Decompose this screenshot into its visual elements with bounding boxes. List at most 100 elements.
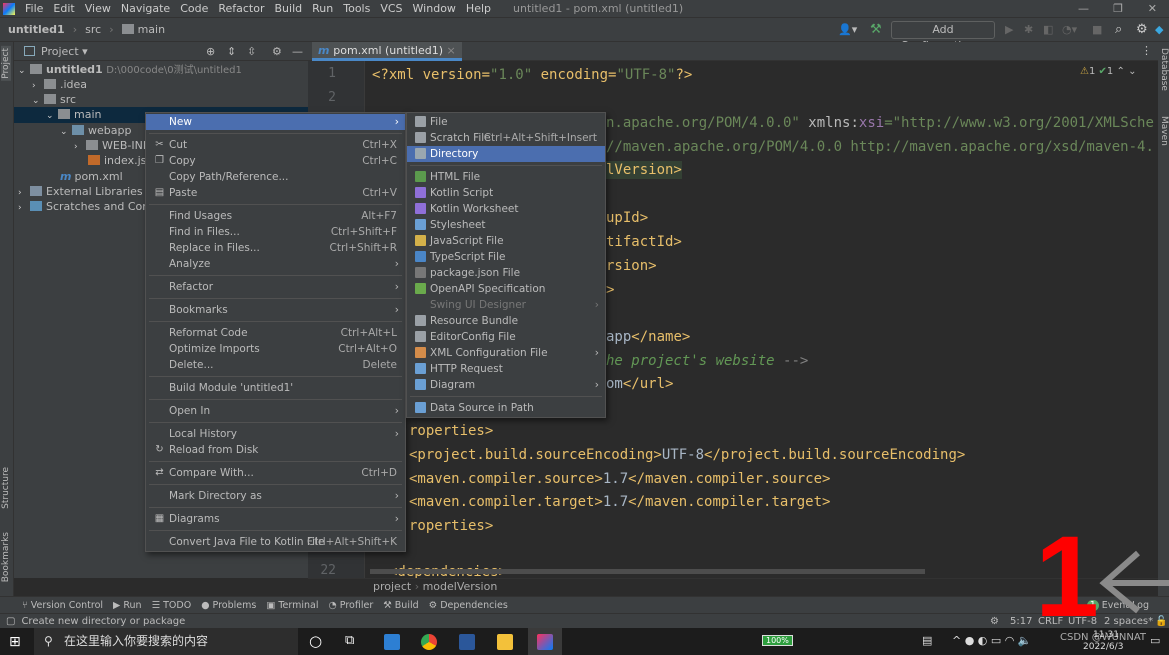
menu-item-convert-java-file-to-kotlin-file[interactable]: Convert Java File to Kotlin File Ctrl+Alt… [146, 534, 405, 550]
menu-item-kotlin-script[interactable]: Kotlin Script [407, 185, 605, 201]
menu-item-local-history[interactable]: Local History › [146, 426, 405, 442]
menu-item-delete[interactable]: Delete... Delete [146, 357, 405, 373]
profile-icon[interactable]: ◔▾ [1062, 23, 1077, 36]
caret-position[interactable]: 5:17 [1010, 616, 1032, 627]
search-icon[interactable]: ⌕ [1115, 22, 1122, 37]
menu-run[interactable]: Run [312, 2, 333, 15]
menu-item-paste[interactable]: ▤ Paste Ctrl+V [146, 185, 405, 201]
menu-item-bookmarks[interactable]: Bookmarks › [146, 302, 405, 318]
menu-item-editorconfig-file[interactable]: EditorConfig File [407, 329, 605, 345]
news-icon[interactable]: ▤ [922, 634, 932, 647]
gear-icon[interactable]: ⚙ [1136, 22, 1148, 37]
breadcrumb-modelversion-tag[interactable]: modelVersion [423, 580, 498, 593]
menu-item-kotlin-worksheet[interactable]: Kotlin Worksheet [407, 201, 605, 217]
more-options-icon[interactable]: ⋮ [1141, 44, 1152, 57]
breadcrumb-main[interactable]: main [121, 23, 165, 36]
menu-item-open-in[interactable]: Open In › [146, 403, 405, 419]
dependencies-tab[interactable]: ⚙ Dependencies [429, 600, 508, 611]
menu-item-reformat-code[interactable]: Reformat Code Ctrl+Alt+L [146, 325, 405, 341]
debug-icon[interactable]: ✱ [1024, 23, 1033, 36]
menu-item-replace-in-files[interactable]: Replace in Files... Ctrl+Shift+R [146, 240, 405, 256]
menu-item-html-file[interactable]: HTML File [407, 169, 605, 185]
database-tool-button[interactable]: Database [1159, 48, 1169, 91]
user-icon[interactable]: 👤▾ [838, 23, 857, 36]
menu-item-find-in-files[interactable]: Find in Files... Ctrl+Shift+F [146, 224, 405, 240]
menu-file[interactable]: File [25, 2, 43, 15]
menu-item-mark-directory-as[interactable]: Mark Directory as › [146, 488, 405, 504]
menu-item-package-json-file[interactable]: package.json File [407, 265, 605, 281]
problems-tab[interactable]: ● Problems [201, 600, 256, 611]
menu-item-compare-with[interactable]: ⇄ Compare With... Ctrl+D [146, 465, 405, 481]
version-control-tab[interactable]: ⑂ Version Control [22, 600, 103, 611]
windows-start-icon[interactable]: ⊞ [9, 634, 21, 650]
menu-window[interactable]: Window [413, 2, 456, 15]
menu-item-directory[interactable]: Directory [407, 146, 605, 162]
tree-item-idea[interactable]: › .idea [14, 77, 308, 93]
taskbar-search[interactable]: ⚲ 在这里输入你要搜索的内容 [34, 628, 298, 655]
maven-tool-button[interactable]: Maven [1159, 116, 1169, 146]
menu-item-http-request[interactable]: HTTP Request [407, 361, 605, 377]
tray-expand-icon[interactable]: ^ ● ◐ ▭ ◠ 🔈 [952, 634, 1032, 647]
minimize-button[interactable]: — [1078, 2, 1089, 15]
run-tab[interactable]: ▶ Run [113, 600, 142, 611]
menu-item-cut[interactable]: ✂ Cut Ctrl+X [146, 137, 405, 153]
toolbox-icon[interactable]: ◆ [1155, 23, 1163, 36]
chrome-icon[interactable] [421, 634, 437, 650]
menu-code[interactable]: Code [180, 2, 208, 15]
menu-item-diagrams[interactable]: ▦ Diagrams › [146, 511, 405, 527]
expand-all-icon[interactable]: ⇕ [227, 45, 236, 58]
indent-setting[interactable]: 2 spaces* [1104, 616, 1153, 627]
bookmarks-tool-button[interactable]: Bookmarks [1, 532, 11, 582]
menu-item-reload-from-disk[interactable]: ↻ Reload from Disk [146, 442, 405, 458]
settings-icon[interactable]: ⚙ [272, 45, 282, 58]
menu-item-javascript-file[interactable]: JavaScript File [407, 233, 605, 249]
menu-item-scratch-file[interactable]: Scratch File Ctrl+Alt+Shift+Insert [407, 130, 605, 146]
close-tab-icon[interactable]: × [447, 44, 456, 57]
menu-item-analyze[interactable]: Analyze › [146, 256, 405, 272]
coverage-icon[interactable]: ◧ [1043, 23, 1053, 36]
todo-tab[interactable]: ☰ TODO [152, 600, 192, 611]
breadcrumb-project[interactable]: untitled1 [8, 23, 65, 36]
build-hammer-icon[interactable]: ⚒ [870, 22, 882, 37]
menu-vcs[interactable]: VCS [380, 2, 402, 15]
taskbar-app-icon[interactable] [384, 634, 400, 650]
menu-tools[interactable]: Tools [343, 2, 370, 15]
terminal-tab[interactable]: ▣ Terminal [266, 600, 318, 611]
breadcrumb-project-tag[interactable]: project [373, 580, 411, 593]
tree-item-untitled1[interactable]: ⌄ untitled1 D:\000code\0测试\untitled1 [14, 62, 308, 78]
cortana-icon[interactable]: ○ [309, 632, 322, 650]
task-view-icon[interactable]: ⧉ [345, 633, 354, 648]
profiler-tab[interactable]: ◔ Profiler [328, 600, 373, 611]
menu-item-stylesheet[interactable]: Stylesheet [407, 217, 605, 233]
maximize-button[interactable]: ❐ [1113, 2, 1123, 15]
breadcrumb-src[interactable]: src [85, 23, 101, 36]
structure-tool-button[interactable]: Structure [1, 467, 11, 509]
hide-icon[interactable]: — [292, 45, 303, 58]
menu-item-diagram[interactable]: Diagram › [407, 377, 605, 393]
menu-item-resource-bundle[interactable]: Resource Bundle [407, 313, 605, 329]
menu-item-refactor[interactable]: Refactor › [146, 279, 405, 295]
word-icon[interactable] [459, 634, 475, 650]
menu-build[interactable]: Build [275, 2, 303, 15]
menu-item-openapi-specification[interactable]: OpenAPI Specification [407, 281, 605, 297]
build-tab[interactable]: ⚒ Build [383, 600, 418, 611]
menu-view[interactable]: View [85, 2, 111, 15]
file-explorer-icon[interactable] [497, 634, 513, 650]
menu-item-data-source-in-path[interactable]: Data Source in Path [407, 400, 605, 416]
locate-icon[interactable]: ⊕ [206, 45, 215, 58]
menu-item-find-usages[interactable]: Find Usages Alt+F7 [146, 208, 405, 224]
menu-refactor[interactable]: Refactor [218, 2, 264, 15]
horizontal-scrollbar[interactable] [370, 569, 925, 574]
menu-item-xml-configuration-file[interactable]: XML Configuration File › [407, 345, 605, 361]
inspection-widget[interactable]: ⚠1 ✔1 ⌃ ⌄ [1080, 66, 1136, 77]
project-view-dropdown[interactable]: Project ▾ [41, 45, 88, 58]
menu-item-build-module-untitled1[interactable]: Build Module 'untitled1' [146, 380, 405, 396]
run-icon[interactable]: ▶ [1005, 23, 1013, 36]
menu-item-file[interactable]: File [407, 114, 605, 130]
menu-item-optimize-imports[interactable]: Optimize Imports Ctrl+Alt+O [146, 341, 405, 357]
menu-item-typescript-file[interactable]: TypeScript File [407, 249, 605, 265]
tab-pom-xml[interactable]: m pom.xml (untitled1) × [312, 42, 462, 61]
tree-item-src[interactable]: ⌄ src [14, 92, 308, 108]
close-button[interactable]: ✕ [1148, 2, 1157, 15]
menu-item-new[interactable]: New › [146, 114, 405, 130]
